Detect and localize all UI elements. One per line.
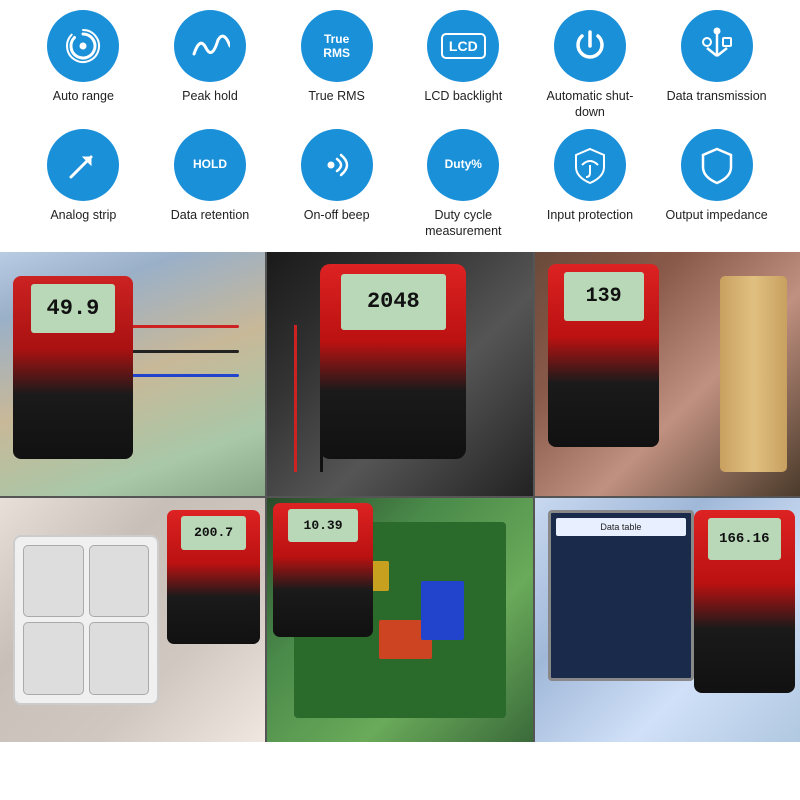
outlet-1: [23, 545, 83, 618]
auto-range-icon: [47, 10, 119, 82]
meter-display-5: 10.39: [288, 509, 359, 542]
feature-input-protection: Input protection: [535, 129, 645, 223]
photo-cell-6: Data table 166.16: [535, 498, 800, 742]
meter-display-3: 139: [564, 272, 644, 321]
hold-icon: HOLD: [174, 129, 246, 201]
feature-auto-range: Auto range: [28, 10, 138, 104]
multimeter-1: 49.9: [13, 276, 132, 459]
shield2-svg: [697, 145, 737, 185]
feature-output-impedance: Output impedance: [662, 129, 772, 223]
wave-svg: [190, 26, 230, 66]
feature-onoff-beep: On-off beep: [282, 129, 392, 223]
outlet-2: [89, 545, 149, 618]
pipe-1: [720, 276, 786, 471]
data-retention-label: Data retention: [171, 207, 250, 223]
duty-icon: Duty%: [427, 129, 499, 201]
feature-true-rms: TrueRMS True RMS: [282, 10, 392, 104]
photo-cell-5: 10.39: [267, 498, 532, 742]
peak-hold-label: Peak hold: [182, 88, 238, 104]
shield-svg: [570, 145, 610, 185]
meter-display-6: 166.16: [708, 518, 781, 560]
power-strip: [13, 535, 159, 706]
analog-strip-icon: [47, 129, 119, 201]
output-impedance-label: Output impedance: [666, 207, 768, 223]
hold-text: HOLD: [193, 157, 227, 171]
power-icon: [554, 10, 626, 82]
multimeter-6: 166.16: [694, 510, 795, 693]
photos-section: 49.9 2048 139: [0, 252, 800, 742]
feature-data-transmission: Data transmission: [662, 10, 772, 104]
meter-display-2: 2048: [341, 274, 446, 330]
duty-text: Duty%: [445, 157, 482, 171]
meter-display-1: 49.9: [31, 284, 115, 333]
lcd-text: LCD: [441, 33, 486, 59]
spiral-svg: [63, 26, 103, 66]
meter-display-4: 200.7: [181, 516, 246, 549]
true-rms-icon: TrueRMS: [301, 10, 373, 82]
feature-data-retention: HOLD Data retention: [155, 129, 265, 223]
monitor-screen: Data table: [556, 518, 686, 536]
true-rms-text: TrueRMS: [323, 32, 350, 61]
power-svg: [570, 26, 610, 66]
wire-red-2: [294, 325, 297, 471]
outlet-3: [23, 622, 83, 695]
monitor: Data table: [548, 510, 694, 681]
analog-strip-label: Analog strip: [50, 207, 116, 223]
photo-cell-1: 49.9: [0, 252, 265, 496]
multimeter-5: 10.39: [273, 503, 374, 637]
arrow-svg: [63, 145, 103, 185]
feature-lcd-backlight: LCD LCD backlight: [408, 10, 518, 104]
photo-cell-2: 2048: [267, 252, 532, 496]
sound-svg: [317, 145, 357, 185]
features-row-2: Analog strip HOLD Data retention On-off …: [20, 129, 780, 240]
sound-icon: [301, 129, 373, 201]
duty-cycle-label: Duty cycle measurement: [408, 207, 518, 240]
power-strip-grid: [15, 537, 157, 704]
features-section: Auto range Peak hold TrueRMS True RMS LC…: [0, 0, 800, 252]
multimeter-4: 200.7: [167, 510, 260, 644]
features-row-1: Auto range Peak hold TrueRMS True RMS LC…: [20, 10, 780, 121]
usb-icon: [681, 10, 753, 82]
feature-duty-cycle: Duty% Duty cycle measurement: [408, 129, 518, 240]
feature-analog-strip: Analog strip: [28, 129, 138, 223]
photo-cell-4: 200.7: [0, 498, 265, 742]
peak-hold-icon: [174, 10, 246, 82]
feature-auto-shutdown: Automatic shut-down: [535, 10, 645, 121]
usb-svg: [697, 26, 737, 66]
shield-icon: [554, 129, 626, 201]
input-protection-label: Input protection: [547, 207, 633, 223]
photo-grid: 49.9 2048 139: [0, 252, 800, 742]
auto-range-label: Auto range: [53, 88, 114, 104]
true-rms-label: True RMS: [308, 88, 365, 104]
lcd-label: LCD backlight: [424, 88, 502, 104]
multimeter-3: 139: [548, 264, 659, 447]
shield2-icon: [681, 129, 753, 201]
auto-shutdown-label: Automatic shut-down: [535, 88, 645, 121]
component-3: [421, 581, 463, 640]
multimeter-2: 2048: [320, 264, 466, 459]
feature-peak-hold: Peak hold: [155, 10, 265, 104]
outlet-4: [89, 622, 149, 695]
lcd-icon: LCD: [427, 10, 499, 82]
photo-cell-3: 139: [535, 252, 800, 496]
data-transmission-label: Data transmission: [667, 88, 767, 104]
onoff-beep-label: On-off beep: [304, 207, 370, 223]
